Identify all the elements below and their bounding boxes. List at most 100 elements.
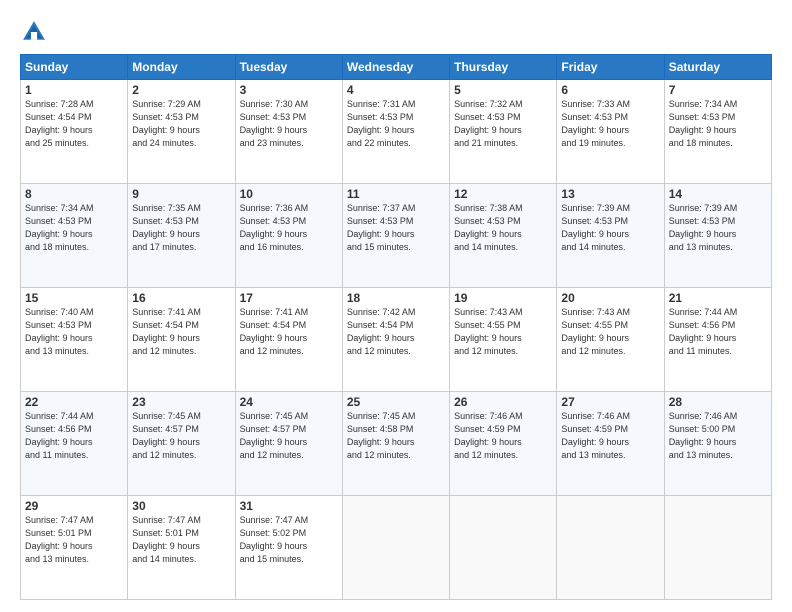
day-info: Sunrise: 7:39 AM Sunset: 4:53 PM Dayligh… — [669, 202, 767, 254]
calendar-cell: 31Sunrise: 7:47 AM Sunset: 5:02 PM Dayli… — [235, 496, 342, 600]
calendar-cell: 23Sunrise: 7:45 AM Sunset: 4:57 PM Dayli… — [128, 392, 235, 496]
day-number: 23 — [132, 395, 230, 409]
calendar-cell: 24Sunrise: 7:45 AM Sunset: 4:57 PM Dayli… — [235, 392, 342, 496]
day-number: 9 — [132, 187, 230, 201]
day-number: 20 — [561, 291, 659, 305]
day-info: Sunrise: 7:33 AM Sunset: 4:53 PM Dayligh… — [561, 98, 659, 150]
calendar-cell: 9Sunrise: 7:35 AM Sunset: 4:53 PM Daylig… — [128, 184, 235, 288]
day-info: Sunrise: 7:43 AM Sunset: 4:55 PM Dayligh… — [454, 306, 552, 358]
calendar-cell: 30Sunrise: 7:47 AM Sunset: 5:01 PM Dayli… — [128, 496, 235, 600]
day-header: Friday — [557, 55, 664, 80]
header — [20, 18, 772, 46]
calendar-week-row: 29Sunrise: 7:47 AM Sunset: 5:01 PM Dayli… — [21, 496, 772, 600]
day-info: Sunrise: 7:37 AM Sunset: 4:53 PM Dayligh… — [347, 202, 445, 254]
day-number: 12 — [454, 187, 552, 201]
day-number: 24 — [240, 395, 338, 409]
calendar-week-row: 8Sunrise: 7:34 AM Sunset: 4:53 PM Daylig… — [21, 184, 772, 288]
day-info: Sunrise: 7:28 AM Sunset: 4:54 PM Dayligh… — [25, 98, 123, 150]
calendar-cell: 14Sunrise: 7:39 AM Sunset: 4:53 PM Dayli… — [664, 184, 771, 288]
day-info: Sunrise: 7:30 AM Sunset: 4:53 PM Dayligh… — [240, 98, 338, 150]
day-number: 8 — [25, 187, 123, 201]
calendar-week-row: 15Sunrise: 7:40 AM Sunset: 4:53 PM Dayli… — [21, 288, 772, 392]
calendar-cell: 26Sunrise: 7:46 AM Sunset: 4:59 PM Dayli… — [450, 392, 557, 496]
calendar-cell: 10Sunrise: 7:36 AM Sunset: 4:53 PM Dayli… — [235, 184, 342, 288]
calendar-week-row: 22Sunrise: 7:44 AM Sunset: 4:56 PM Dayli… — [21, 392, 772, 496]
day-info: Sunrise: 7:44 AM Sunset: 4:56 PM Dayligh… — [25, 410, 123, 462]
day-info: Sunrise: 7:39 AM Sunset: 4:53 PM Dayligh… — [561, 202, 659, 254]
calendar-cell: 12Sunrise: 7:38 AM Sunset: 4:53 PM Dayli… — [450, 184, 557, 288]
calendar-cell: 5Sunrise: 7:32 AM Sunset: 4:53 PM Daylig… — [450, 80, 557, 184]
calendar-cell: 25Sunrise: 7:45 AM Sunset: 4:58 PM Dayli… — [342, 392, 449, 496]
calendar-cell: 4Sunrise: 7:31 AM Sunset: 4:53 PM Daylig… — [342, 80, 449, 184]
day-info: Sunrise: 7:47 AM Sunset: 5:01 PM Dayligh… — [132, 514, 230, 566]
day-info: Sunrise: 7:43 AM Sunset: 4:55 PM Dayligh… — [561, 306, 659, 358]
day-number: 1 — [25, 83, 123, 97]
day-info: Sunrise: 7:34 AM Sunset: 4:53 PM Dayligh… — [25, 202, 123, 254]
calendar-cell: 28Sunrise: 7:46 AM Sunset: 5:00 PM Dayli… — [664, 392, 771, 496]
day-info: Sunrise: 7:32 AM Sunset: 4:53 PM Dayligh… — [454, 98, 552, 150]
calendar-cell: 8Sunrise: 7:34 AM Sunset: 4:53 PM Daylig… — [21, 184, 128, 288]
day-info: Sunrise: 7:45 AM Sunset: 4:58 PM Dayligh… — [347, 410, 445, 462]
calendar-cell: 2Sunrise: 7:29 AM Sunset: 4:53 PM Daylig… — [128, 80, 235, 184]
day-number: 19 — [454, 291, 552, 305]
day-number: 26 — [454, 395, 552, 409]
day-number: 6 — [561, 83, 659, 97]
calendar-cell: 11Sunrise: 7:37 AM Sunset: 4:53 PM Dayli… — [342, 184, 449, 288]
calendar-cell: 20Sunrise: 7:43 AM Sunset: 4:55 PM Dayli… — [557, 288, 664, 392]
day-info: Sunrise: 7:42 AM Sunset: 4:54 PM Dayligh… — [347, 306, 445, 358]
day-number: 18 — [347, 291, 445, 305]
calendar-cell: 18Sunrise: 7:42 AM Sunset: 4:54 PM Dayli… — [342, 288, 449, 392]
day-info: Sunrise: 7:41 AM Sunset: 4:54 PM Dayligh… — [132, 306, 230, 358]
day-number: 4 — [347, 83, 445, 97]
day-number: 17 — [240, 291, 338, 305]
day-header: Tuesday — [235, 55, 342, 80]
day-info: Sunrise: 7:44 AM Sunset: 4:56 PM Dayligh… — [669, 306, 767, 358]
day-info: Sunrise: 7:41 AM Sunset: 4:54 PM Dayligh… — [240, 306, 338, 358]
calendar-cell — [664, 496, 771, 600]
day-number: 5 — [454, 83, 552, 97]
day-info: Sunrise: 7:29 AM Sunset: 4:53 PM Dayligh… — [132, 98, 230, 150]
logo-icon — [20, 18, 48, 46]
day-info: Sunrise: 7:38 AM Sunset: 4:53 PM Dayligh… — [454, 202, 552, 254]
page: SundayMondayTuesdayWednesdayThursdayFrid… — [0, 0, 792, 612]
calendar-week-row: 1Sunrise: 7:28 AM Sunset: 4:54 PM Daylig… — [21, 80, 772, 184]
day-info: Sunrise: 7:31 AM Sunset: 4:53 PM Dayligh… — [347, 98, 445, 150]
day-number: 25 — [347, 395, 445, 409]
day-number: 14 — [669, 187, 767, 201]
day-number: 2 — [132, 83, 230, 97]
day-number: 15 — [25, 291, 123, 305]
calendar-cell — [557, 496, 664, 600]
day-number: 7 — [669, 83, 767, 97]
day-info: Sunrise: 7:36 AM Sunset: 4:53 PM Dayligh… — [240, 202, 338, 254]
day-number: 3 — [240, 83, 338, 97]
day-info: Sunrise: 7:45 AM Sunset: 4:57 PM Dayligh… — [240, 410, 338, 462]
day-number: 29 — [25, 499, 123, 513]
calendar-cell: 27Sunrise: 7:46 AM Sunset: 4:59 PM Dayli… — [557, 392, 664, 496]
calendar-cell: 7Sunrise: 7:34 AM Sunset: 4:53 PM Daylig… — [664, 80, 771, 184]
day-header: Monday — [128, 55, 235, 80]
day-info: Sunrise: 7:45 AM Sunset: 4:57 PM Dayligh… — [132, 410, 230, 462]
day-header: Sunday — [21, 55, 128, 80]
calendar-cell: 29Sunrise: 7:47 AM Sunset: 5:01 PM Dayli… — [21, 496, 128, 600]
day-info: Sunrise: 7:47 AM Sunset: 5:01 PM Dayligh… — [25, 514, 123, 566]
calendar-cell: 19Sunrise: 7:43 AM Sunset: 4:55 PM Dayli… — [450, 288, 557, 392]
calendar-cell: 22Sunrise: 7:44 AM Sunset: 4:56 PM Dayli… — [21, 392, 128, 496]
day-number: 13 — [561, 187, 659, 201]
day-number: 22 — [25, 395, 123, 409]
day-info: Sunrise: 7:46 AM Sunset: 5:00 PM Dayligh… — [669, 410, 767, 462]
day-number: 11 — [347, 187, 445, 201]
day-number: 28 — [669, 395, 767, 409]
day-header: Saturday — [664, 55, 771, 80]
calendar-cell: 1Sunrise: 7:28 AM Sunset: 4:54 PM Daylig… — [21, 80, 128, 184]
day-number: 27 — [561, 395, 659, 409]
day-number: 10 — [240, 187, 338, 201]
day-info: Sunrise: 7:47 AM Sunset: 5:02 PM Dayligh… — [240, 514, 338, 566]
logo — [20, 18, 52, 46]
day-number: 31 — [240, 499, 338, 513]
day-info: Sunrise: 7:40 AM Sunset: 4:53 PM Dayligh… — [25, 306, 123, 358]
day-number: 30 — [132, 499, 230, 513]
day-number: 21 — [669, 291, 767, 305]
calendar-body: 1Sunrise: 7:28 AM Sunset: 4:54 PM Daylig… — [21, 80, 772, 600]
day-header: Wednesday — [342, 55, 449, 80]
calendar-cell — [342, 496, 449, 600]
